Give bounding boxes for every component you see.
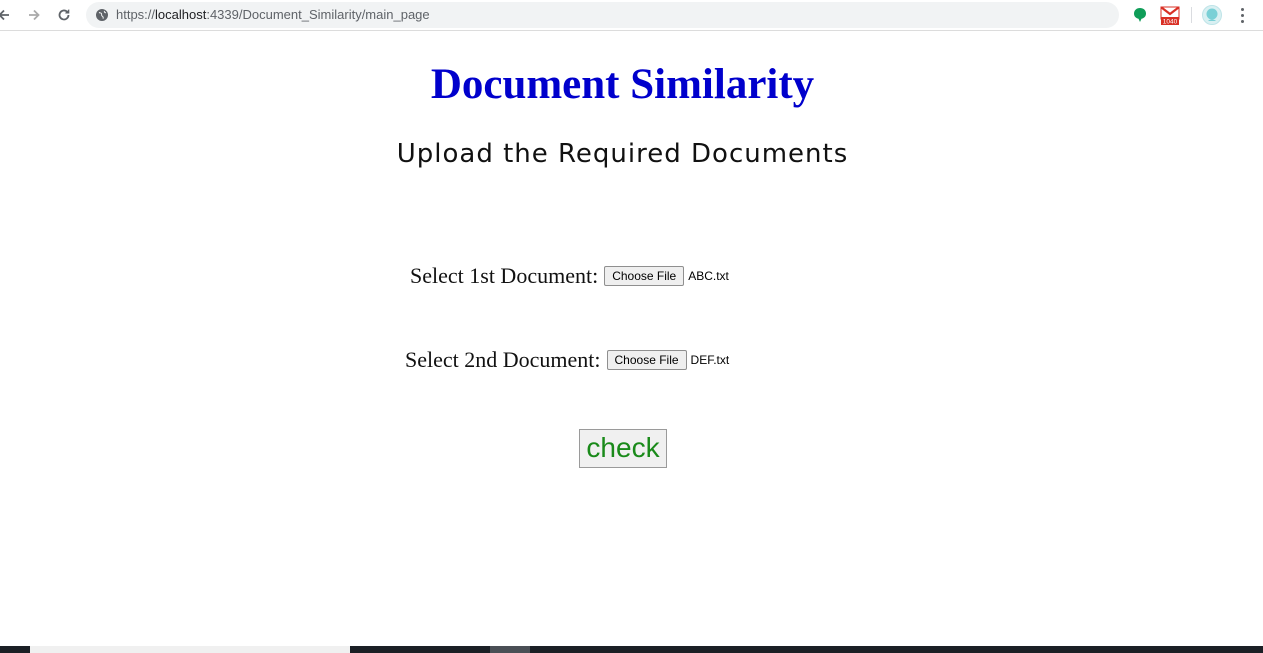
document-2-label: Select 2nd Document: (405, 347, 601, 372)
document-2-row: Select 2nd Document: Choose File DEF.txt (405, 347, 729, 373)
gmail-badge: 1040 (1163, 19, 1178, 26)
document-1-label: Select 1st Document: (410, 263, 599, 288)
os-taskbar (0, 646, 1263, 653)
browser-toolbar: https://localhost:4339/Document_Similari… (0, 0, 1263, 31)
browser-menu-icon[interactable] (1234, 5, 1250, 25)
url-text: https://localhost:4339/Document_Similari… (116, 7, 430, 22)
document-2-choose-file-button[interactable]: Choose File (606, 350, 687, 370)
page-title: Document Similarity (430, 61, 815, 108)
address-bar[interactable]: https://localhost:4339/Document_Similari… (86, 2, 1119, 28)
check-button[interactable]: check (579, 429, 667, 468)
forward-icon[interactable] (22, 3, 46, 27)
gmail-extension-icon[interactable]: 1040 (1160, 5, 1180, 25)
document-1-row: Select 1st Document: Choose File ABC.txt (410, 263, 729, 289)
page-subtitle: Upload the Required Documents (396, 139, 849, 169)
green-drop-extension-icon[interactable] (1130, 5, 1150, 25)
globe-icon (96, 9, 108, 21)
profile-avatar-icon[interactable] (1202, 5, 1222, 25)
document-1-choose-file-button[interactable]: Choose File (604, 266, 685, 286)
taskbar-item[interactable] (490, 646, 530, 653)
back-icon[interactable] (0, 3, 16, 27)
taskbar-search[interactable] (30, 646, 350, 653)
toolbar-separator (1191, 7, 1192, 23)
reload-icon[interactable] (52, 3, 76, 27)
document-2-file-name: DEF.txt (690, 353, 730, 367)
document-1-file-name: ABC.txt (688, 269, 729, 283)
